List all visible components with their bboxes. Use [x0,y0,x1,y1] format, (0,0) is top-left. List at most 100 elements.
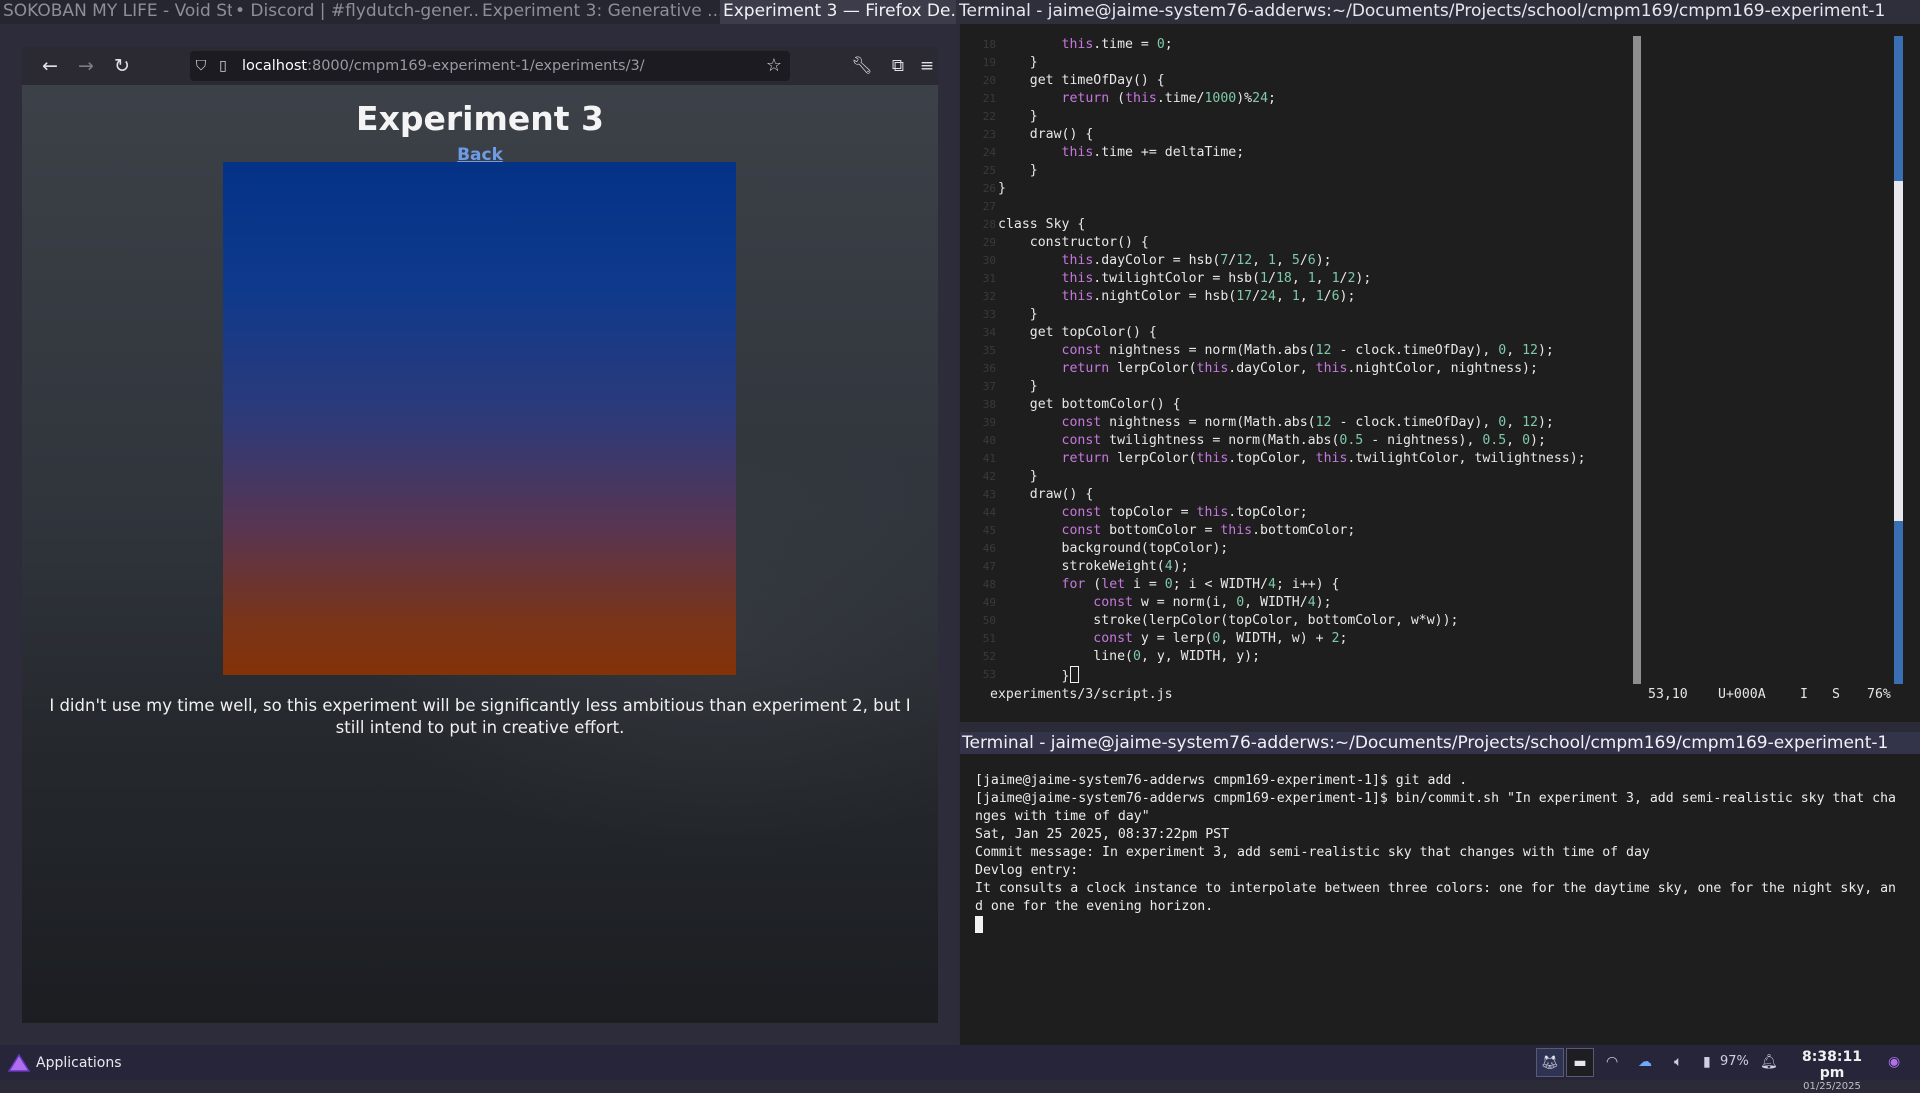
code-line[interactable]: 46 background(topColor); [960,540,1640,558]
line-number: 22 [982,110,996,123]
window-tab-terminal[interactable]: Terminal - jaime@jaime-system76-adderws:… [956,0,1920,24]
page-paragraph: I didn't use my time well, so this exper… [49,696,911,737]
code-text: draw() { [998,127,1094,142]
code-line[interactable]: 22 } [960,108,1640,126]
line-number: 21 [982,92,996,105]
page-title: Experiment 3 [356,99,604,138]
code-line[interactable]: 38 get bottomColor() { [960,396,1640,414]
terminal-line: It consults a clock instance to interpol… [975,881,1896,896]
line-number: 25 [982,164,996,177]
code-line[interactable]: 48 for (let i = 0; i < WIDTH/4; i++) { [960,576,1640,594]
code-line[interactable]: 29 constructor() { [960,234,1640,252]
line-number: 42 [982,470,996,483]
code-line[interactable]: 26} [960,180,1640,198]
volume-icon[interactable]: 🔈︎ [1674,1054,1682,1070]
code-line[interactable]: 21 return (this.time/1000)%24; [960,90,1640,108]
extensions-icon[interactable]: ⧉ [880,47,916,85]
code-line[interactable]: 53 } [960,666,1640,684]
forward-arrow-icon[interactable]: → [68,47,104,85]
bookmark-star-icon[interactable]: ☆ [766,55,782,76]
code-text: } [998,181,1006,196]
terminal-line: nges with time of day" [975,809,1150,824]
code-line[interactable]: 39 const nightness = norm(Math.abs(12 - … [960,414,1640,432]
applications-logo-icon [8,1054,30,1072]
code-line[interactable]: 52 line(0, y, WIDTH, y); [960,648,1640,666]
terminal-title-bar: Terminal - jaime@jaime-system76-adderws:… [960,732,1920,754]
code-line[interactable]: 20 get timeOfDay() { [960,72,1640,90]
line-number: 32 [982,290,996,303]
terminal-scrollbar-thumb[interactable] [1894,181,1903,521]
status-filename: experiments/3/script.js [990,687,1173,702]
code-line[interactable]: 45 const bottomColor = this.bottomColor; [960,522,1640,540]
session-icon[interactable]: ◉ [1888,1054,1900,1070]
shell-terminal[interactable]: [jaime@jaime-system76-adderws cmpm169-ex… [960,754,1920,1045]
code-line[interactable]: 28 class Sky { [960,216,1640,234]
line-number: 37 [982,380,996,393]
code-line[interactable]: 49 const w = norm(i, 0, WIDTH/4); [960,594,1640,612]
window-tab-firefox[interactable]: Experiment 3 — Firefox De... [720,0,956,24]
code-line[interactable]: 19 } [960,54,1640,72]
code-text: this.nightColor = hsb(17/24, 1, 1/6); [1061,289,1356,304]
code-text: this.twilightColor = hsb(1/18, 1, 1/2); [1061,271,1372,286]
editor-terminal[interactable]: 18 this.time = 0; 19 } 20 get timeOfDay() … [960,24,1920,722]
code-line[interactable]: 51 const y = lerp(0, WIDTH, w) + 2; [960,630,1640,648]
battery-icon[interactable]: ▮ [1703,1054,1711,1070]
window-tab-bar: SOKOBAN MY LIFE - Void St... • Discord |… [0,0,1920,24]
code-line[interactable]: 50 stroke(lerpColor(topColor, bottomColo… [960,612,1640,630]
code-line[interactable]: 47 strokeWeight(4); [960,558,1640,576]
editor-scrollbar[interactable] [1633,36,1641,684]
hamburger-menu-icon[interactable]: ≡ [916,47,938,85]
code-text: } [998,469,1038,484]
wrench-icon[interactable]: 🔧︎ [844,47,880,85]
code-line[interactable]: 23 draw() { [960,126,1640,144]
notification-bell-icon[interactable]: 🔔︎ [1760,1054,1778,1070]
terminal-line: Devlog entry: [975,863,1079,878]
terminal-scrollbar[interactable] [1894,36,1903,684]
code-line[interactable]: 34 get topColor() { [960,324,1640,342]
code-line[interactable]: 33 } [960,306,1640,324]
line-number: 43 [982,488,996,501]
terminal-task-icon[interactable]: ▬ [1566,1048,1594,1077]
code-text: this.time = 0; [1061,37,1173,52]
code-view[interactable]: 18 this.time = 0; 19 } 20 get timeOfDay() … [960,36,1640,684]
code-line[interactable]: 27 [960,198,1640,216]
sync-cloud-icon[interactable]: ☁ [1638,1054,1652,1070]
line-number: 30 [982,254,996,267]
line-number: 33 [982,308,996,321]
code-line[interactable]: 32 this.nightColor = hsb(17/24, 1, 1/6); [960,288,1640,306]
code-line[interactable]: 41 return lerpColor(this.topColor, this.… [960,450,1640,468]
code-line[interactable]: 31 this.twilightColor = hsb(1/18, 1, 1/2… [960,270,1640,288]
code-text: const nightness = norm(Math.abs(12 - clo… [1061,343,1554,358]
window-tab-sokoban[interactable]: SOKOBAN MY LIFE - Void St... [0,0,232,24]
code-line[interactable]: 42 } [960,468,1640,486]
wifi-icon[interactable]: ◠ [1606,1054,1618,1070]
line-number: 36 [982,362,996,375]
code-line[interactable]: 36 return lerpColor(this.dayColor, this.… [960,360,1640,378]
code-line[interactable]: 25 } [960,162,1640,180]
url-bar[interactable]: ⛉ ▯ localhost:8000/cmpm169-experiment-1/… [190,51,790,81]
window-tab-discord[interactable]: • Discord | #flydutch-gener... [232,0,479,24]
terminal-line: d one for the evening horizon. [975,899,1214,914]
code-line[interactable]: 18 this.time = 0; [960,36,1640,54]
line-number: 38 [982,398,996,411]
code-line[interactable]: 30 this.dayColor = hsb(7/12, 1, 5/6); [960,252,1640,270]
code-line[interactable]: 40 const twilightness = norm(Math.abs(0.… [960,432,1640,450]
code-line[interactable]: 35 const nightness = norm(Math.abs(12 - … [960,342,1640,360]
web-page: Experiment 3 Back I didn't use my time w… [22,85,938,1023]
url-text[interactable]: localhost:8000/cmpm169-experiment-1/expe… [242,58,645,74]
code-line[interactable]: 43 draw() { [960,486,1640,504]
applications-menu-button[interactable]: Applications [8,1051,122,1075]
code-text: draw() { [998,487,1094,502]
status-percent: 76% [1867,687,1891,702]
terminal-cursor [975,916,983,936]
back-arrow-icon[interactable]: ← [32,47,68,85]
code-line[interactable]: 44 const topColor = this.topColor; [960,504,1640,522]
firefox-task-icon[interactable]: 🦊︎ [1536,1048,1564,1077]
code-line[interactable]: 24 this.time += deltaTime; [960,144,1640,162]
shield-icon[interactable]: ⛉ [190,58,212,74]
code-line[interactable]: 37 } [960,378,1640,396]
clock[interactable]: 8:38:11 pm 01/25/2025 [1790,1049,1874,1093]
line-number: 41 [982,452,996,465]
reload-icon[interactable]: ↻ [104,47,140,85]
window-tab-experiment3-generative[interactable]: Experiment 3: Generative ... [479,0,720,24]
